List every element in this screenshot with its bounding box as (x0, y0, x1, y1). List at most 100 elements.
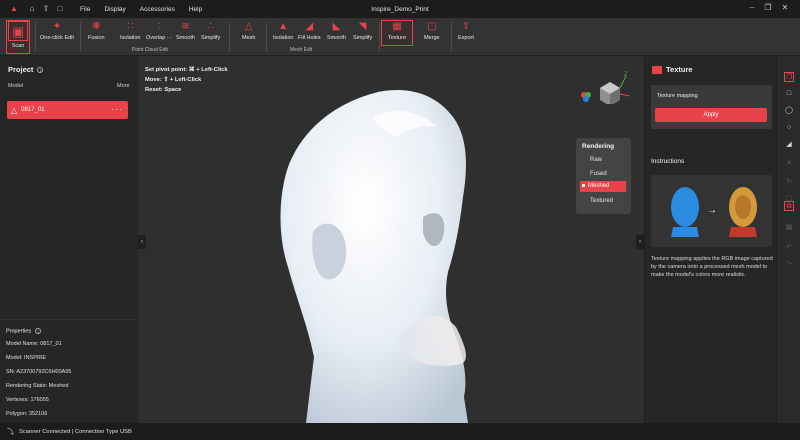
one-click-edit-button[interactable]: ✦ One-click Edit (40, 21, 74, 46)
smooth-mesh-button[interactable]: ◣ Smooth (327, 21, 346, 46)
fusion-icon: ❋ (92, 21, 101, 32)
isolation-mesh-button[interactable]: ▲ Isolation (273, 21, 294, 46)
view-cube[interactable]: Z (578, 70, 632, 104)
mesh-label: Mesh (242, 35, 256, 41)
texture-mapping-box: Texture mapping Apply (651, 85, 772, 129)
rendering-option-raw[interactable]: Raw (590, 157, 631, 164)
home-icon[interactable]: ⌂ (26, 3, 38, 15)
svg-text:→: → (707, 205, 717, 216)
layers-icon[interactable]: ⧉ (784, 201, 794, 211)
smooth-mesh-icon: ◣ (332, 21, 341, 32)
project-header: Project i (8, 65, 44, 74)
info-icon[interactable]: i (35, 328, 42, 334)
rendering-option-meshed[interactable]: Meshed (580, 181, 626, 192)
smooth-icon: ≋ (181, 21, 190, 32)
instructions-illustration: → (651, 175, 772, 247)
isolation-mesh-icon: ▲ (278, 21, 289, 32)
merge-button[interactable]: ▢ Merge (424, 21, 440, 46)
menu-help[interactable]: Help (189, 6, 202, 13)
axis-z-label: Z (624, 72, 628, 78)
minimize-icon[interactable]: – (746, 2, 758, 14)
fusion-button[interactable]: ❋ Fusion (88, 21, 105, 46)
upload-icon[interactable]: ⇧ (40, 3, 52, 15)
mesh-button[interactable]: △ Mesh (242, 21, 255, 46)
copy-tool-icon[interactable]: ❐ (784, 72, 794, 82)
scanner-icon: ⤵ (7, 428, 14, 436)
export-button[interactable]: ⇪ Export (458, 21, 474, 46)
clip-icon[interactable]: ▩ (784, 223, 794, 233)
smooth-pc-button[interactable]: ≋ Smooth (176, 21, 195, 46)
menu-display[interactable]: Display (104, 6, 125, 13)
more-options-icon[interactable]: ··· (111, 104, 123, 114)
undo-icon[interactable]: ↶ (784, 243, 794, 253)
property-model-name: Model Name: 0817_01 (6, 341, 62, 348)
close-icon[interactable]: ✕ (779, 2, 791, 14)
collapse-left-arrow[interactable]: ‹ (138, 235, 146, 249)
divider (80, 22, 81, 52)
simplify-icon: ∴ (207, 21, 214, 32)
fusion-label: Fusion (88, 35, 105, 41)
property-model: Model: INSPIRE (6, 355, 47, 362)
side-toolbar: ❐ □ ◯ ○ ◢ ✕ ↻ ▢ ⧉ ▩ ↶ ↷ (776, 57, 800, 423)
folder-icon[interactable]: □ (54, 3, 66, 15)
delete-icon[interactable]: ✕ (784, 159, 794, 169)
texture-label: Texture (387, 35, 407, 41)
menu-file[interactable]: File (80, 6, 90, 13)
simplify-mesh-button[interactable]: ◥ Simplify (353, 21, 372, 46)
merge-label: Merge (424, 35, 440, 41)
bust-model[interactable] (138, 57, 644, 423)
polygon-select-icon[interactable]: ○ (784, 123, 794, 133)
lasso-select-icon[interactable]: ◯ (784, 106, 794, 116)
info-icon[interactable]: i (37, 67, 44, 74)
isolation-icon: ∷ (127, 21, 134, 32)
texture-title: Texture (666, 65, 693, 74)
texture-button[interactable]: ▦ Texture (381, 20, 413, 46)
refresh-icon[interactable]: ↻ (784, 177, 794, 187)
invert-selection-icon[interactable]: ◢ (784, 140, 794, 150)
simplify-mesh-icon: ◥ (358, 21, 367, 32)
one-click-edit-label: One-click Edit (40, 35, 74, 41)
scan-button[interactable]: ▣ Scan (6, 20, 30, 54)
hint-pivot: Set pivot point: ⌘ + Left-Click (145, 67, 228, 73)
rendering-title: Rendering (582, 143, 615, 150)
connection-status: Scanner Connected | Connection Type USB (19, 428, 132, 435)
redo-icon[interactable]: ↷ (784, 260, 794, 270)
more-column-header: More (117, 83, 130, 89)
apply-button[interactable]: Apply (655, 108, 767, 122)
isolation-button[interactable]: ∷ Isolation (120, 21, 141, 46)
properties-section: Properties i Model Name: 0817_01 Model: I… (0, 319, 138, 418)
rendering-option-textured[interactable]: Textured (590, 198, 631, 205)
simplify-mesh-label: Simplify (353, 35, 373, 41)
export-icon: ⇪ (461, 21, 471, 32)
fill-holes-button[interactable]: ◢ Fill Holes (298, 21, 321, 46)
property-polygon: Polygon: 352106 (6, 411, 48, 418)
overlap-button[interactable]: ∶ Overlap ··· (146, 21, 172, 46)
menu-accessories[interactable]: Accessories (140, 6, 175, 13)
collapse-right-arrow[interactable]: › (636, 235, 644, 249)
restore-icon[interactable]: ❐ (762, 2, 774, 14)
model-list-item[interactable]: △ 0817_01 ··· (7, 101, 128, 119)
divider (229, 22, 230, 52)
divider (35, 22, 36, 52)
rectangle-select-icon[interactable]: □ (784, 89, 794, 99)
texture-header: Texture (652, 65, 693, 74)
smooth-pc-label: Smooth (176, 35, 195, 41)
scan-label: Scan (11, 43, 25, 49)
warning-icon: △ (11, 105, 18, 115)
fill-holes-icon: ◢ (305, 21, 314, 32)
divider (266, 22, 267, 52)
rendering-option-fused[interactable]: Fused (590, 171, 631, 178)
hint-reset: Reset: Space (145, 87, 182, 93)
navigation-hints: Set pivot point: ⌘ + Left-Click Move: ⇧ … (145, 65, 228, 95)
instructions-text: Texture mapping applies the RGB image ca… (651, 256, 773, 278)
wand-icon: ✦ (52, 21, 62, 32)
app-window: ▲ ⌂ ⇧ □ File Display Accessories Help In… (0, 0, 800, 440)
divider (379, 22, 380, 52)
property-sn: SN: A23700792C6H00A95 (6, 369, 72, 376)
fill-holes-label: Fill Holes (298, 35, 321, 41)
simplify-pc-label: Simplify (201, 35, 221, 41)
divider (451, 22, 452, 52)
simplify-pc-button[interactable]: ∴ Simplify (201, 21, 220, 46)
3d-viewport[interactable]: Set pivot point: ⌘ + Left-Click Move: ⇧ … (138, 57, 644, 423)
merge-icon: ▢ (427, 21, 437, 32)
